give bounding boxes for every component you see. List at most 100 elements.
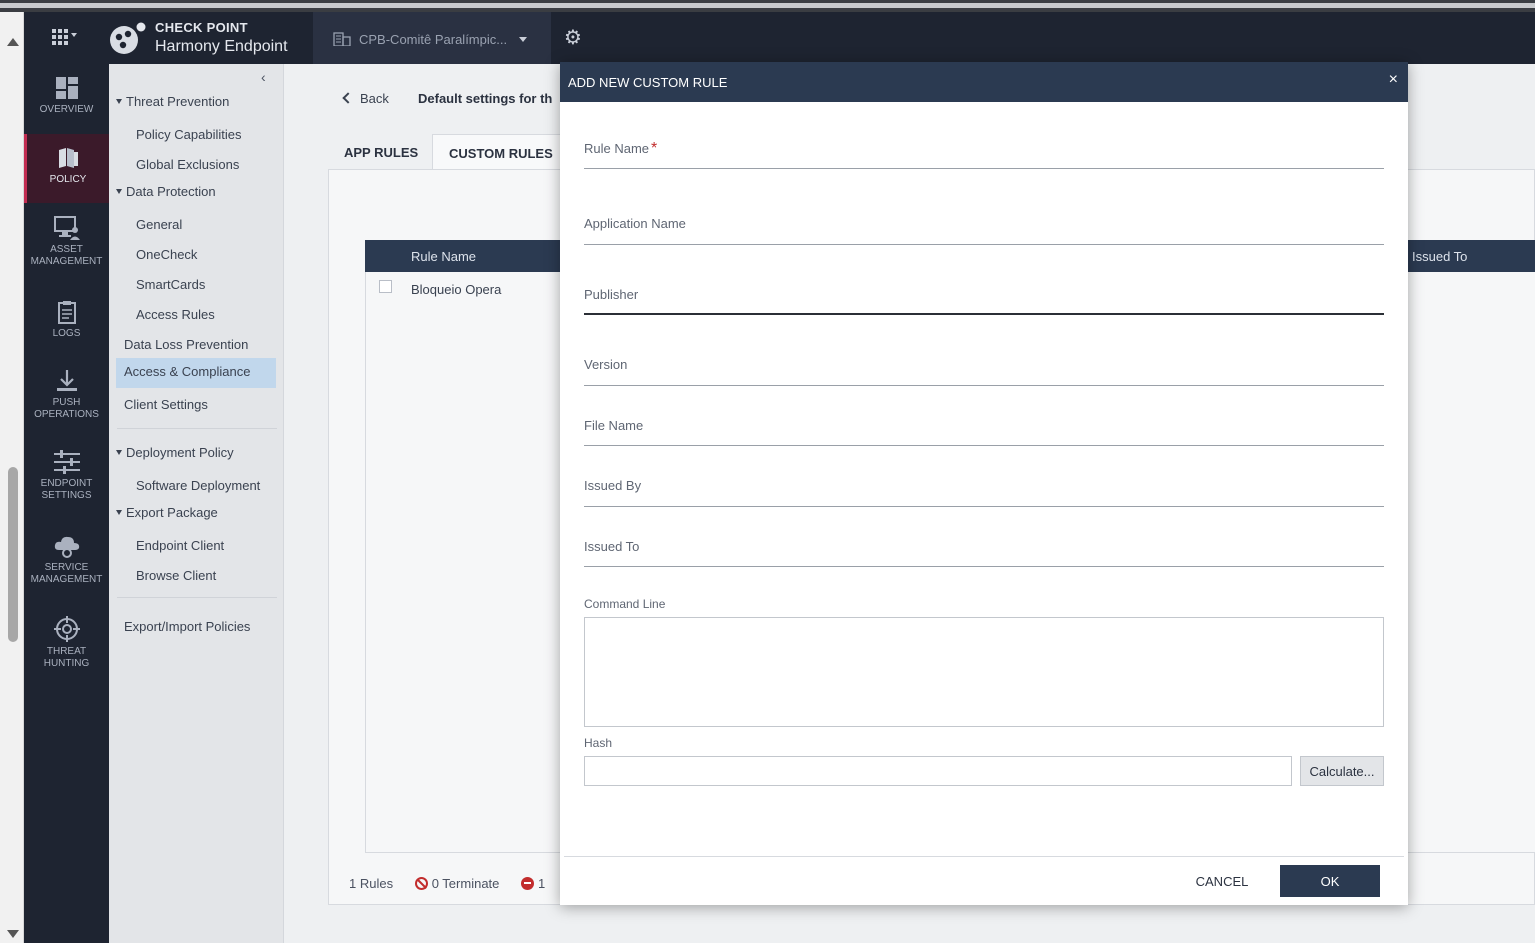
version-label: Version xyxy=(584,357,628,372)
policy-icon xyxy=(59,148,78,168)
scroll-thumb[interactable] xyxy=(8,467,18,642)
tree-policy-capabilities[interactable]: Policy Capabilities xyxy=(136,127,242,142)
nav-label: THREAT HUNTING xyxy=(43,646,90,669)
file-name-field[interactable]: File Name xyxy=(584,417,1384,447)
expand-triangle-icon xyxy=(116,510,122,515)
nav-overview[interactable]: OVERVIEW xyxy=(24,76,109,136)
issued-to-label: Issued To xyxy=(584,539,640,554)
issued-by-field[interactable]: Issued By xyxy=(584,477,1384,507)
command-line-label: Command Line xyxy=(584,597,666,611)
nav-asset-management[interactable]: ASSET MANAGEMENT xyxy=(24,216,109,278)
tree-endpoint-client[interactable]: Endpoint Client xyxy=(136,538,224,553)
expand-triangle-icon xyxy=(116,450,122,455)
chevron-down-icon xyxy=(519,37,527,42)
field-underline-focused xyxy=(584,313,1384,315)
dialog-footer-divider xyxy=(564,856,1404,857)
dialog-title: ADD NEW CUSTOM RULE xyxy=(568,75,728,90)
collapse-panel-icon[interactable]: ‹ xyxy=(261,69,266,85)
dialog-header: ADD NEW CUSTOM RULE × xyxy=(560,62,1408,102)
tree-export-import-policies[interactable]: Export/Import Policies xyxy=(124,619,250,634)
cancel-button[interactable]: CANCEL xyxy=(1184,865,1260,897)
command-line-textarea[interactable] xyxy=(584,617,1384,727)
tree-software-deployment[interactable]: Software Deployment xyxy=(136,478,260,493)
version-field[interactable]: Version xyxy=(584,356,1384,386)
field-underline xyxy=(584,385,1384,386)
tree-threat-prevention[interactable]: Threat Prevention xyxy=(116,94,229,109)
nav-label: OVERVIEW xyxy=(39,104,94,115)
main-navigation: OVERVIEW POLICY ASSET MANAGEMENT LOGS PUS… xyxy=(24,64,109,943)
tab-custom-rules[interactable]: CUSTOM RULES xyxy=(432,134,570,170)
nav-policy[interactable]: POLICY xyxy=(24,134,109,203)
table-row-rule-name[interactable]: Bloqueio Opera xyxy=(411,282,501,297)
brand-company: CHECK POINT xyxy=(155,20,248,35)
ok-button[interactable]: OK xyxy=(1280,865,1380,897)
tree-divider xyxy=(117,428,277,429)
add-custom-rule-dialog: ADD NEW CUSTOM RULE × Rule Name * Applica… xyxy=(560,62,1408,905)
hash-input[interactable] xyxy=(584,756,1292,786)
expand-triangle-icon xyxy=(116,189,122,194)
horizontal-scrollbar[interactable] xyxy=(0,3,1535,8)
nav-label: ASSET MANAGEMENT xyxy=(30,244,103,267)
vertical-scrollbar[interactable] xyxy=(0,12,24,943)
nav-label: ENDPOINT SETTINGS xyxy=(40,478,93,501)
scroll-down-icon[interactable] xyxy=(7,930,19,938)
rule-name-field[interactable]: Rule Name * xyxy=(584,140,1384,170)
application-name-field[interactable]: Application Name xyxy=(584,215,1384,245)
dashboard-icon xyxy=(55,77,78,99)
field-underline xyxy=(584,445,1384,446)
issued-to-field[interactable]: Issued To xyxy=(584,538,1384,568)
close-icon[interactable]: × xyxy=(1389,72,1398,88)
tree-data-loss-prevention[interactable]: Data Loss Prevention xyxy=(124,337,248,352)
back-link[interactable]: Back xyxy=(342,91,389,106)
tree-access-rules[interactable]: Access Rules xyxy=(136,307,215,322)
tree-browse-client[interactable]: Browse Client xyxy=(136,568,216,583)
check-point-logo-icon xyxy=(110,22,146,54)
nav-label: SERVICE MANAGEMENT xyxy=(30,562,103,585)
required-marker: * xyxy=(651,140,658,157)
browser-top-strip xyxy=(0,0,1535,12)
calculate-button[interactable]: Calculate... xyxy=(1300,756,1384,786)
nav-logs[interactable]: LOGS xyxy=(24,300,109,356)
field-underline xyxy=(584,566,1384,567)
scroll-up-icon[interactable] xyxy=(7,38,19,46)
publisher-label: Publisher xyxy=(584,287,639,302)
brand-product: Harmony Endpoint xyxy=(155,38,288,55)
gear-icon[interactable]: ⚙ xyxy=(564,28,582,48)
row-checkbox[interactable] xyxy=(379,280,392,293)
rules-count: 1 Rules xyxy=(349,876,394,891)
tenant-selector[interactable]: CPB-Comitê Paralímpic... xyxy=(313,12,551,64)
building-icon xyxy=(333,32,351,46)
hash-label: Hash xyxy=(584,736,613,750)
nav-label: POLICY xyxy=(49,174,87,185)
app-grid-icon[interactable] xyxy=(52,29,77,47)
tree-deployment-policy[interactable]: Deployment Policy xyxy=(116,445,234,460)
tab-app-rules[interactable]: APP RULES xyxy=(328,134,434,170)
field-underline xyxy=(584,506,1384,507)
tree-divider xyxy=(117,597,277,598)
tenant-name: CPB-Comitê Paralímpic... xyxy=(359,32,508,47)
terminate-icon xyxy=(414,877,428,890)
tree-access-compliance[interactable]: Access & Compliance xyxy=(116,358,276,388)
tree-global-exclusions[interactable]: Global Exclusions xyxy=(136,157,239,172)
sliders-icon xyxy=(53,450,80,474)
rules-summary: 1 Rules 0 Terminate 1 xyxy=(349,876,545,891)
terminate-count: 0 Terminate xyxy=(431,876,500,891)
nav-endpoint-settings[interactable]: ENDPOINT SETTINGS xyxy=(24,450,109,512)
column-header-issued-to[interactable]: Issued To xyxy=(1412,249,1467,264)
nav-push-operations[interactable]: PUSH OPERATIONS xyxy=(24,369,109,431)
tree-general[interactable]: General xyxy=(136,217,182,232)
tree-smartcards[interactable]: SmartCards xyxy=(136,277,205,292)
issued-by-label: Issued By xyxy=(584,478,642,493)
column-header-rule-name[interactable]: Rule Name xyxy=(411,249,476,264)
publisher-field[interactable]: Publisher xyxy=(584,286,1384,316)
tree-onecheck[interactable]: OneCheck xyxy=(136,247,197,262)
nav-service-management[interactable]: SERVICE MANAGEMENT xyxy=(24,534,109,596)
tree-client-settings[interactable]: Client Settings xyxy=(124,397,208,412)
top-header: CHECK POINT Harmony Endpoint CPB-Comitê … xyxy=(24,12,1535,64)
download-icon xyxy=(56,370,77,391)
tree-export-package[interactable]: Export Package xyxy=(116,505,218,520)
nav-label: LOGS xyxy=(52,328,81,339)
tree-data-protection[interactable]: Data Protection xyxy=(116,184,216,199)
file-name-label: File Name xyxy=(584,418,644,433)
nav-threat-hunting[interactable]: THREAT HUNTING xyxy=(24,616,109,678)
